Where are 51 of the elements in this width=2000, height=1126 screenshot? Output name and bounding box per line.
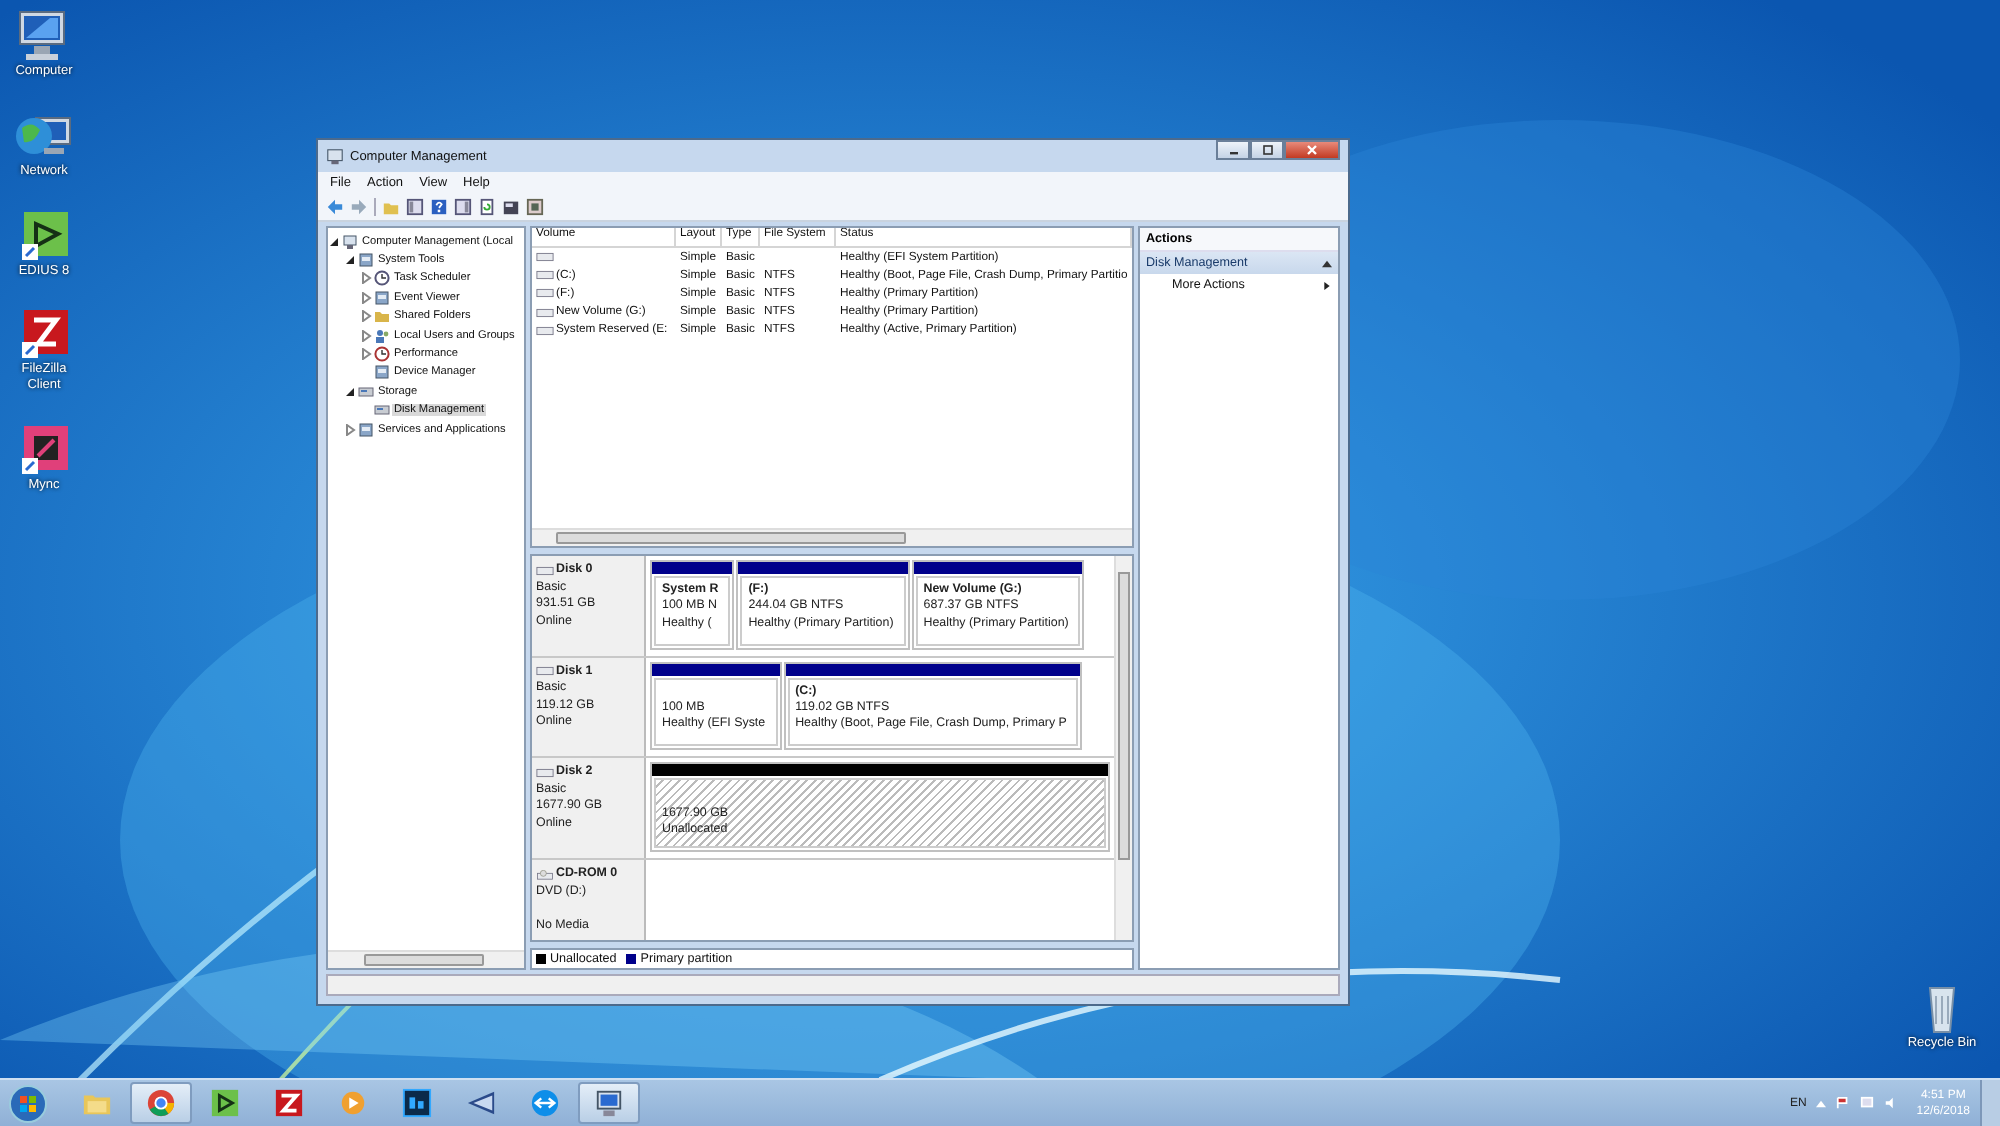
disk-properties-icon[interactable]	[526, 198, 544, 216]
action-center-flag-icon[interactable]	[1836, 1096, 1851, 1110]
computer-management-icon	[326, 147, 344, 165]
maximize-icon	[1257, 144, 1277, 156]
network-icon[interactable]	[1860, 1096, 1875, 1110]
collapse-arrow-icon[interactable]	[344, 385, 356, 398]
video-editor-icon	[466, 1088, 496, 1118]
start-button[interactable]	[8, 1083, 48, 1123]
image-editor-icon	[402, 1088, 432, 1118]
play-tile-icon	[210, 1088, 240, 1118]
expand-arrow-icon[interactable]	[360, 348, 372, 361]
close-icon	[1302, 144, 1322, 156]
computer-icon	[342, 233, 358, 250]
users-icon	[374, 327, 390, 344]
collapse-arrow-icon[interactable]	[344, 254, 356, 267]
minimize-button[interactable]	[1216, 140, 1250, 160]
expand-arrow-icon[interactable]	[344, 423, 356, 436]
refresh-icon[interactable]	[478, 198, 496, 216]
taskbar-button[interactable]	[578, 1082, 640, 1124]
expand-arrow-icon[interactable]	[360, 329, 372, 342]
ftp-client-icon	[274, 1088, 304, 1118]
back-arrow-icon[interactable]	[326, 198, 344, 216]
pane-icon[interactable]	[454, 198, 472, 216]
collapse-icon[interactable]	[1322, 259, 1332, 267]
expand-arrow-icon[interactable]	[360, 272, 372, 285]
horizontal-scrollbar[interactable]	[328, 950, 524, 968]
toolbox-icon	[358, 252, 374, 269]
printer-icon	[374, 364, 390, 381]
show-hidden-icons-icon[interactable]	[1816, 1099, 1827, 1107]
computer-management-icon	[594, 1088, 624, 1118]
expand-arrow-icon[interactable]	[360, 310, 372, 323]
folder-icon	[374, 308, 390, 325]
forward-arrow-icon[interactable]	[350, 198, 368, 216]
taskbar-button[interactable]	[130, 1082, 192, 1124]
help-icon[interactable]	[430, 198, 448, 216]
horizontal-scrollbar[interactable]	[532, 528, 1132, 546]
close-button[interactable]	[1284, 140, 1340, 160]
services-icon	[358, 421, 374, 438]
speaker-icon[interactable]	[1884, 1096, 1899, 1110]
log-icon	[374, 289, 390, 306]
maximize-button[interactable]	[1250, 140, 1284, 160]
storage-icon	[358, 383, 374, 400]
remote-control-icon	[530, 1088, 560, 1118]
pane-icon[interactable]	[406, 198, 424, 216]
expand-arrow-icon[interactable]	[360, 291, 372, 304]
vertical-scrollbar[interactable]	[1114, 556, 1132, 940]
media-player-icon	[338, 1088, 368, 1118]
browser-icon	[146, 1088, 176, 1118]
properties-icon[interactable]	[502, 198, 520, 216]
submenu-arrow-icon	[1322, 281, 1332, 289]
collapse-arrow-icon[interactable]	[328, 235, 340, 248]
